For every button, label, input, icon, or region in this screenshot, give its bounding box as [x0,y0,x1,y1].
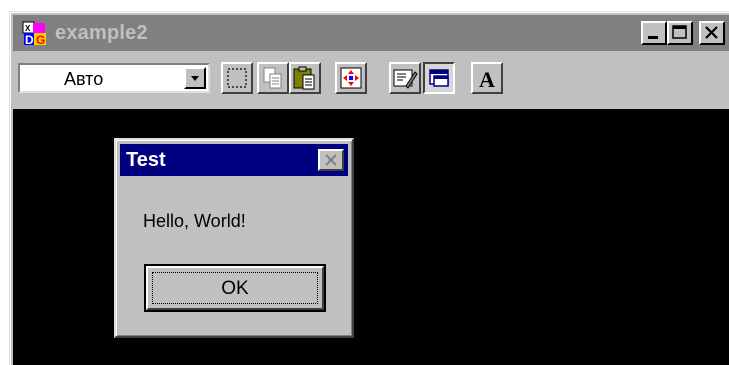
app-logo-icon: X D G [21,20,49,48]
ok-button[interactable]: OK [144,264,326,312]
zoom-select-arrow[interactable] [184,67,206,89]
window-mode-button[interactable] [423,62,455,94]
test-dialog: Test Hello, World! OK [114,138,354,338]
chevron-down-icon [186,74,204,91]
font-button[interactable]: A [471,62,503,94]
close-button[interactable] [699,21,725,45]
window-title: example2 [55,22,148,44]
minimize-button[interactable] [641,21,667,45]
paste-button[interactable] [289,62,321,94]
dialog-title: Test [126,149,166,171]
zoom-select[interactable]: Авто [18,63,210,93]
zoom-select-value: Авто [64,69,104,89]
ok-button-label: OK [221,278,249,299]
maximize-button[interactable] [667,21,693,45]
select-button[interactable] [221,62,253,94]
dialog-close-button[interactable] [318,149,344,171]
font-icon-label: A [479,67,495,92]
window-titlebar[interactable]: X D G example2 [13,15,729,51]
copy-button[interactable] [257,62,289,94]
dialog-titlebar[interactable]: Test [120,144,348,176]
fit-button[interactable] [335,62,367,94]
properties-button[interactable] [389,62,421,94]
svg-text:G: G [36,33,45,47]
svg-text:X: X [25,24,31,33]
toolbar: Авто A [13,55,729,105]
svg-text:D: D [25,33,34,47]
close-icon [320,154,342,173]
dialog-message: Hello, World! [143,211,246,231]
